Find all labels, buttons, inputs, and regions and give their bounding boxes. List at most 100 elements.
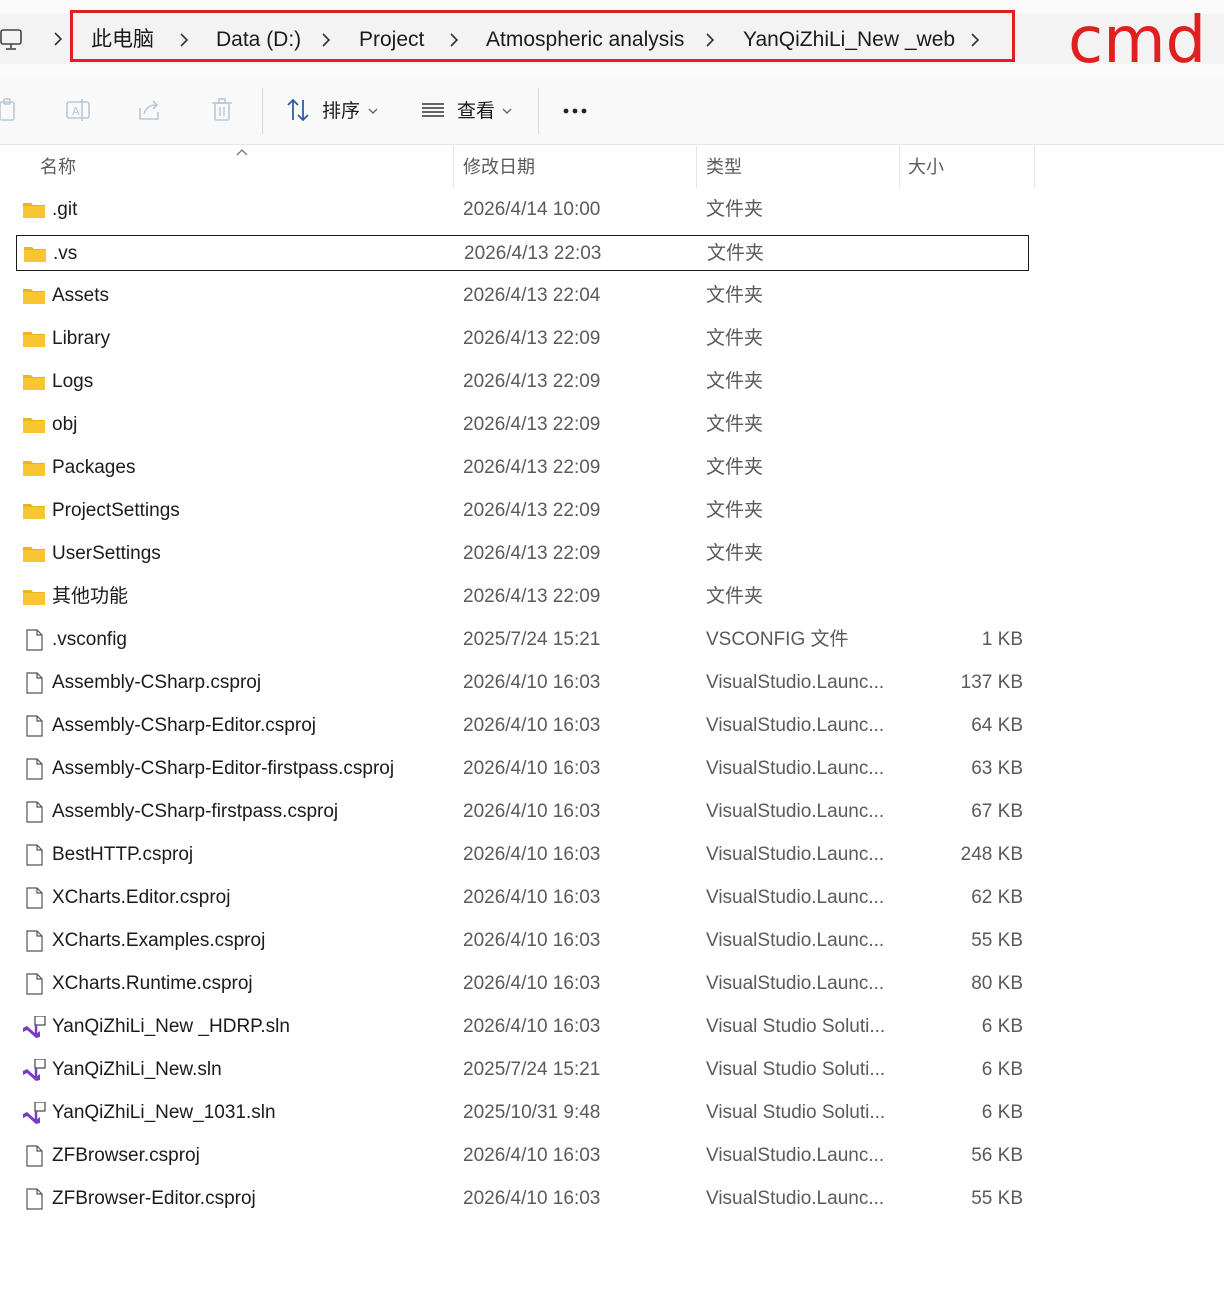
file-row[interactable]: ZFBrowser-Editor.csproj 2026/4/10 16:03 Vi… bbox=[16, 1181, 1029, 1217]
file-row[interactable]: YanQiZhiLi_New.sln 2025/7/24 15:21 Visual … bbox=[16, 1052, 1029, 1088]
rename-icon[interactable]: A bbox=[64, 96, 92, 124]
more-options-icon[interactable] bbox=[561, 96, 589, 124]
column-name-header[interactable]: 名称 bbox=[40, 156, 76, 178]
file-type: VisualStudio.Launc... bbox=[706, 672, 885, 693]
chevron-right-icon[interactable] bbox=[50, 29, 66, 49]
file-size: 80 KB bbox=[971, 973, 1023, 994]
breadcrumb-current-folder[interactable]: YanQiZhiLi_New _web bbox=[743, 27, 955, 53]
file-modified-date: 2026/4/10 16:03 bbox=[463, 1188, 601, 1209]
cmd-annotation: cmd bbox=[1068, 4, 1207, 78]
chevron-down-icon[interactable] bbox=[367, 106, 379, 116]
column-type-header[interactable]: 类型 bbox=[706, 156, 742, 178]
file-type: VisualStudio.Launc... bbox=[706, 1188, 885, 1209]
file-row[interactable]: Assembly-CSharp-Editor.csproj 2026/4/10 1… bbox=[16, 708, 1029, 744]
chevron-right-icon[interactable] bbox=[177, 31, 191, 49]
column-divider[interactable] bbox=[453, 146, 454, 188]
folder-icon bbox=[22, 199, 46, 221]
file-name: BestHTTP.csproj bbox=[52, 844, 194, 865]
share-icon[interactable] bbox=[136, 96, 164, 124]
folder-row[interactable]: Logs 2026/4/13 22:09 文件夹 bbox=[16, 364, 1029, 400]
chevron-right-icon[interactable] bbox=[319, 31, 333, 49]
file-icon bbox=[22, 629, 46, 651]
file-modified-date: 2026/4/10 16:03 bbox=[463, 1145, 601, 1166]
folder-row[interactable]: ProjectSettings 2026/4/13 22:09 文件夹 bbox=[16, 493, 1029, 529]
column-size-header[interactable]: 大小 bbox=[908, 156, 944, 178]
file-modified-date: 2025/10/31 9:48 bbox=[463, 1102, 601, 1123]
file-modified-date: 2026/4/10 16:03 bbox=[463, 758, 601, 779]
paste-icon[interactable] bbox=[0, 96, 22, 124]
file-icon bbox=[22, 844, 46, 866]
sort-button[interactable]: 排序 bbox=[322, 100, 360, 124]
file-size: 62 KB bbox=[971, 887, 1023, 908]
chevron-right-icon[interactable] bbox=[447, 31, 461, 49]
file-row[interactable]: .vsconfig 2025/7/24 15:21 VSCONFIG 文件 1 KB bbox=[16, 622, 1029, 658]
file-modified-date: 2026/4/13 22:09 bbox=[463, 586, 601, 607]
breadcrumb-project[interactable]: Project bbox=[359, 27, 424, 53]
file-name: Assembly-CSharp-firstpass.csproj bbox=[52, 801, 339, 822]
file-modified-date: 2025/7/24 15:21 bbox=[463, 1059, 601, 1080]
breadcrumb-data-drive[interactable]: Data (D:) bbox=[216, 27, 301, 53]
column-divider[interactable] bbox=[899, 146, 900, 188]
folder-row[interactable]: obj 2026/4/13 22:09 文件夹 bbox=[16, 407, 1029, 443]
folder-row[interactable]: Assets 2026/4/13 22:04 文件夹 bbox=[16, 278, 1029, 314]
view-button[interactable]: 查看 bbox=[457, 100, 495, 124]
file-modified-date: 2026/4/10 16:03 bbox=[463, 930, 601, 951]
file-row[interactable]: Assembly-CSharp-firstpass.csproj 2026/4/1… bbox=[16, 794, 1029, 830]
file-type: VisualStudio.Launc... bbox=[706, 1145, 885, 1166]
file-name: YanQiZhiLi_New _HDRP.sln bbox=[52, 1016, 290, 1037]
folder-row[interactable]: .git 2026/4/14 10:00 文件夹 bbox=[16, 192, 1029, 228]
file-name: UserSettings bbox=[52, 543, 161, 564]
file-size: 6 KB bbox=[981, 1016, 1023, 1037]
folder-row[interactable]: UserSettings 2026/4/13 22:09 文件夹 bbox=[16, 536, 1029, 572]
file-type: Visual Studio Soluti... bbox=[706, 1102, 886, 1123]
breadcrumb-atmospheric-analysis[interactable]: Atmospheric analysis bbox=[486, 27, 684, 53]
column-divider[interactable] bbox=[696, 146, 697, 188]
column-header: 名称 修改日期 类型 大小 bbox=[0, 146, 1224, 188]
file-row[interactable]: Assembly-CSharp-Editor-firstpass.csproj 2… bbox=[16, 751, 1029, 787]
file-name: YanQiZhiLi_New.sln bbox=[52, 1059, 222, 1080]
chevron-right-icon[interactable] bbox=[968, 31, 982, 49]
folder-row[interactable]: Packages 2026/4/13 22:09 文件夹 bbox=[16, 450, 1029, 486]
chevron-down-icon[interactable] bbox=[501, 106, 513, 116]
this-pc-icon[interactable] bbox=[0, 27, 26, 53]
file-row[interactable]: YanQiZhiLi_New _HDRP.sln 2026/4/10 16:03 V… bbox=[16, 1009, 1029, 1045]
file-row[interactable]: YanQiZhiLi_New_1031.sln 2025/10/31 9:48 Vi… bbox=[16, 1095, 1029, 1131]
folder-row[interactable]: Library 2026/4/13 22:09 文件夹 bbox=[16, 321, 1029, 357]
column-divider[interactable] bbox=[1034, 146, 1035, 188]
folder-icon bbox=[22, 371, 46, 393]
file-modified-date: 2026/4/13 22:09 bbox=[463, 371, 601, 392]
file-type: Visual Studio Soluti... bbox=[706, 1059, 886, 1080]
file-type: 文件夹 bbox=[707, 243, 765, 264]
file-modified-date: 2026/4/14 10:00 bbox=[463, 199, 601, 220]
file-row[interactable]: XCharts.Runtime.csproj 2026/4/10 16:03 Vis… bbox=[16, 966, 1029, 1002]
file-name: .vs bbox=[53, 243, 78, 264]
visual-studio-solution-icon bbox=[22, 1102, 46, 1124]
file-row[interactable]: XCharts.Examples.csproj 2026/4/10 16:03 Vi… bbox=[16, 923, 1029, 959]
folder-row[interactable]: .vs 2026/4/13 22:03 文件夹 bbox=[16, 235, 1029, 271]
delete-icon[interactable] bbox=[208, 96, 236, 124]
folder-row[interactable]: 其他功能 2026/4/13 22:09 文件夹 bbox=[16, 579, 1029, 615]
file-modified-date: 2026/4/10 16:03 bbox=[463, 887, 601, 908]
file-icon bbox=[22, 1145, 46, 1167]
file-icon bbox=[22, 801, 46, 823]
file-modified-date: 2025/7/24 15:21 bbox=[463, 629, 601, 650]
file-row[interactable]: XCharts.Editor.csproj 2026/4/10 16:03 Visu… bbox=[16, 880, 1029, 916]
column-date-header[interactable]: 修改日期 bbox=[463, 156, 535, 178]
chevron-right-icon[interactable] bbox=[703, 31, 717, 49]
file-row[interactable]: BestHTTP.csproj 2026/4/10 16:03 VisualStud… bbox=[16, 837, 1029, 873]
view-icon[interactable] bbox=[419, 96, 447, 124]
file-name: XCharts.Editor.csproj bbox=[52, 887, 231, 908]
file-type: VisualStudio.Launc... bbox=[706, 930, 885, 951]
file-icon bbox=[22, 758, 46, 780]
file-type: 文件夹 bbox=[706, 586, 764, 607]
file-row[interactable]: ZFBrowser.csproj 2026/4/10 16:03 VisualStu… bbox=[16, 1138, 1029, 1174]
file-name: ZFBrowser-Editor.csproj bbox=[52, 1188, 256, 1209]
file-size: 248 KB bbox=[960, 844, 1023, 865]
folder-icon bbox=[22, 543, 46, 565]
file-size: 55 KB bbox=[971, 1188, 1023, 1209]
command-toolbar: A 排序 查看 bbox=[0, 76, 1224, 145]
file-size: 67 KB bbox=[971, 801, 1023, 822]
breadcrumb-this-pc[interactable]: 此电脑 bbox=[91, 27, 154, 53]
sort-icon[interactable] bbox=[284, 96, 312, 124]
file-row[interactable]: Assembly-CSharp.csproj 2026/4/10 16:03 Vis… bbox=[16, 665, 1029, 701]
